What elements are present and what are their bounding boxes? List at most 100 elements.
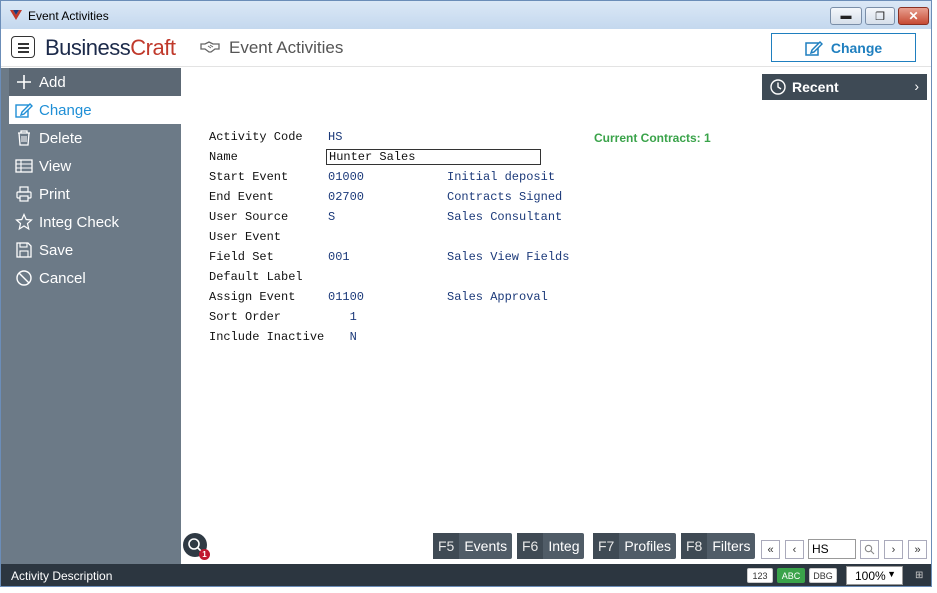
trash-icon bbox=[9, 129, 39, 147]
field-label-sort-order: Sort Order bbox=[209, 310, 282, 324]
app-window: Event Activities ▬ ❐ ✕ BusinessCraft Eve… bbox=[0, 0, 932, 587]
minimize-button[interactable]: ▬ bbox=[830, 7, 862, 25]
field-label-name: Name bbox=[209, 150, 238, 164]
field-label-end-event: End Event bbox=[209, 190, 274, 204]
fkey-label: Filters bbox=[712, 538, 751, 554]
sidebar-item-integ-check[interactable]: Integ Check bbox=[9, 208, 181, 236]
chevron-down-icon: ▼ bbox=[887, 569, 896, 579]
edit-icon bbox=[9, 102, 39, 118]
recent-label: Recent bbox=[792, 79, 839, 95]
f5-events-button[interactable]: F5 Events bbox=[433, 533, 513, 559]
first-record-button[interactable]: « bbox=[761, 540, 780, 559]
search-count-badge: 1 bbox=[199, 549, 210, 560]
sidebar-item-label: Cancel bbox=[39, 269, 86, 287]
caps-mode-badge[interactable]: ABC bbox=[777, 568, 805, 583]
logo-text-craft: Craft bbox=[130, 35, 176, 60]
sidebar-item-label: Save bbox=[39, 241, 74, 259]
chevron-right-icon: › bbox=[914, 78, 919, 94]
field-desc-user-source: Sales Consultant bbox=[447, 210, 563, 224]
previous-record-button[interactable]: ‹ bbox=[785, 540, 804, 559]
sidebar-item-label: Add bbox=[39, 73, 66, 91]
handshake-icon bbox=[200, 41, 220, 53]
search-icon bbox=[864, 544, 875, 555]
brand-logo: BusinessCraft bbox=[45, 35, 176, 61]
change-mode-label: Change bbox=[830, 39, 883, 56]
logo-text-business: Business bbox=[45, 35, 131, 60]
fkey-label: Integ bbox=[548, 538, 580, 554]
f6-integ-button[interactable]: F6 Integ bbox=[517, 533, 585, 559]
record-key-input[interactable] bbox=[808, 539, 856, 559]
fkey-label: Events bbox=[464, 538, 508, 554]
double-chevron-left-icon: « bbox=[767, 543, 774, 556]
sidebar-item-label: View bbox=[39, 157, 72, 175]
field-value-assign-event[interactable]: 01100 bbox=[328, 289, 364, 305]
fkey-code: F6 bbox=[517, 533, 544, 559]
field-value-start-event[interactable]: 01000 bbox=[328, 169, 364, 185]
zoom-value: 100% bbox=[855, 568, 886, 583]
sidebar-item-delete[interactable]: Delete bbox=[9, 124, 181, 152]
sidebar-item-save[interactable]: Save bbox=[9, 236, 181, 264]
field-label-activity-code: Activity Code bbox=[209, 130, 303, 144]
sidebar-item-add[interactable]: Add bbox=[9, 68, 181, 96]
page-title: Event Activities bbox=[229, 38, 344, 57]
app-logo-icon bbox=[10, 10, 22, 20]
plus-icon bbox=[9, 73, 39, 91]
fkey-code: F5 bbox=[433, 533, 460, 559]
sidebar-item-change[interactable]: Change bbox=[9, 96, 181, 124]
fkey-code: F8 bbox=[681, 533, 708, 559]
edit-icon bbox=[805, 40, 823, 56]
debug-mode-badge[interactable]: DBG bbox=[809, 568, 837, 583]
star-icon bbox=[9, 213, 39, 231]
maximize-button[interactable]: ❐ bbox=[865, 7, 895, 25]
status-description: Activity Description bbox=[11, 569, 113, 583]
field-desc-assign-event: Sales Approval bbox=[447, 290, 548, 304]
field-value-activity-code[interactable]: HS bbox=[328, 129, 342, 145]
sidebar-item-label: Delete bbox=[39, 129, 83, 147]
numeric-mode-badge[interactable]: 123 bbox=[747, 568, 773, 583]
chevron-left-icon: ‹ bbox=[792, 543, 797, 556]
field-label-include-inactive: Include Inactive bbox=[209, 330, 325, 344]
field-desc-start-event: Initial deposit bbox=[447, 170, 556, 184]
zoom-select[interactable]: 100% ▼ bbox=[846, 566, 903, 585]
name-input[interactable]: Hunter Sales bbox=[326, 149, 541, 165]
sidebar-item-view[interactable]: View bbox=[9, 152, 181, 180]
field-label-user-event: User Event bbox=[209, 230, 282, 244]
sidebar-item-label: Print bbox=[39, 185, 70, 203]
f8-filters-button[interactable]: F8 Filters bbox=[681, 533, 756, 559]
cancel-icon bbox=[9, 269, 39, 287]
f7-profiles-button[interactable]: F7 Profiles bbox=[593, 533, 677, 559]
sidebar-item-cancel[interactable]: Cancel bbox=[9, 264, 181, 292]
fkey-code: F7 bbox=[593, 533, 620, 559]
field-value-field-set[interactable]: 001 bbox=[328, 249, 350, 265]
next-record-button[interactable]: › bbox=[884, 540, 903, 559]
recent-panel-button[interactable]: Recent › bbox=[762, 74, 927, 100]
clock-icon bbox=[764, 78, 792, 96]
grid-icon: ⊞ bbox=[915, 570, 924, 581]
field-desc-end-event: Contracts Signed bbox=[447, 190, 563, 204]
field-value-end-event[interactable]: 02700 bbox=[328, 189, 364, 205]
record-lookup-button[interactable] bbox=[860, 540, 879, 559]
change-mode-button[interactable]: Change bbox=[771, 33, 916, 62]
fkey-label: Profiles bbox=[624, 538, 672, 554]
chevron-right-icon: › bbox=[891, 543, 896, 556]
save-icon bbox=[9, 241, 39, 259]
double-chevron-right-icon: » bbox=[914, 543, 921, 556]
field-label-user-source: User Source bbox=[209, 210, 289, 224]
menu-button[interactable] bbox=[11, 36, 35, 58]
sidebar-item-label: Change bbox=[39, 101, 92, 119]
last-record-button[interactable]: » bbox=[908, 540, 927, 559]
app-header: BusinessCraft Event Activities Change bbox=[1, 29, 931, 67]
field-value-sort-order[interactable]: 1 bbox=[328, 309, 357, 325]
close-button[interactable]: ✕ bbox=[898, 7, 929, 25]
field-value-include-inactive[interactable]: N bbox=[328, 329, 357, 345]
printer-icon bbox=[9, 185, 39, 203]
close-icon: ✕ bbox=[908, 9, 919, 23]
sidebar-item-print[interactable]: Print bbox=[9, 180, 181, 208]
field-value-user-source[interactable]: S bbox=[328, 209, 335, 225]
minimize-icon: ▬ bbox=[840, 10, 852, 22]
field-label-start-event: Start Event bbox=[209, 170, 289, 184]
window-title: Event Activities bbox=[28, 9, 109, 23]
field-label-assign-event: Assign Event bbox=[209, 290, 296, 304]
current-contracts-label: Current Contracts: 1 bbox=[594, 131, 711, 145]
status-bar: Activity Description 123 ABC DBG 100% ▼ … bbox=[1, 564, 931, 586]
